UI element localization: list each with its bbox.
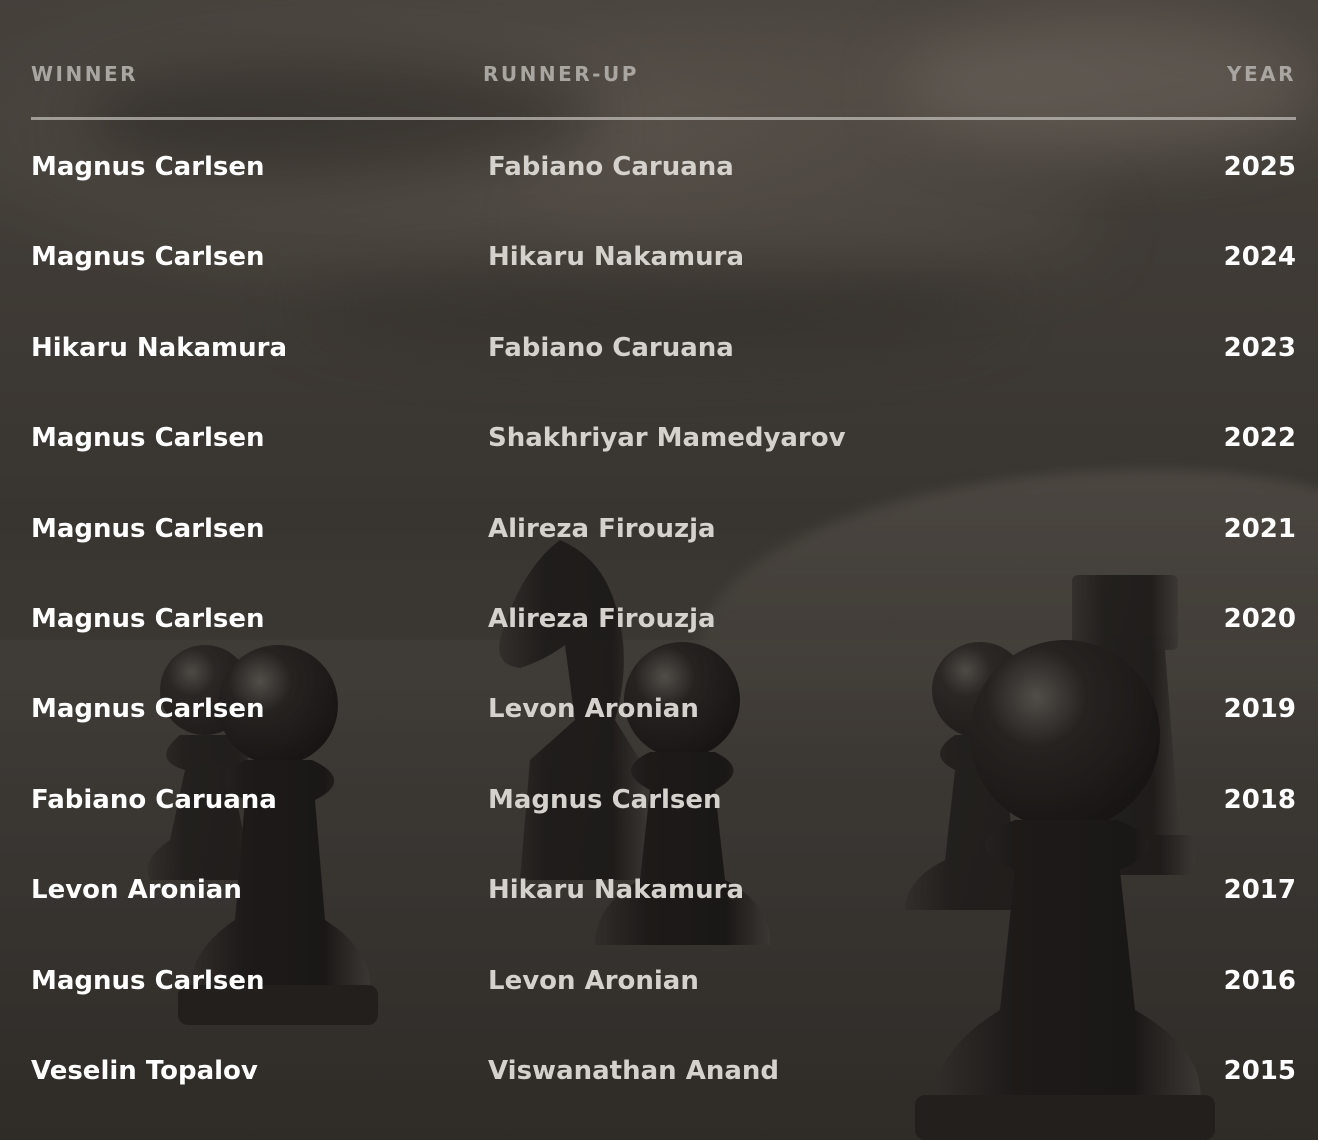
year-cell: 2018 bbox=[1223, 784, 1296, 815]
runner-up-cell: Shakhriyar Mamedyarov bbox=[488, 423, 846, 454]
winner-cell: Magnus Carlsen bbox=[31, 423, 265, 454]
winner-cell: Magnus Carlsen bbox=[31, 965, 265, 996]
winner-cell: Levon Aronian bbox=[31, 875, 242, 906]
runner-up-cell: Magnus Carlsen bbox=[488, 784, 722, 815]
runner-up-cell: Hikaru Nakamura bbox=[488, 875, 745, 906]
winner-cell: Magnus Carlsen bbox=[31, 603, 265, 634]
runner-up-cell: Fabiano Caruana bbox=[488, 152, 734, 182]
runner-up-cell: Levon Aronian bbox=[488, 965, 699, 996]
table-row: Veselin Topalov Viswanathan Anand 2015 bbox=[31, 1024, 1296, 1114]
winner-cell: Magnus Carlsen bbox=[31, 152, 265, 182]
table-row: Levon Aronian Hikaru Nakamura 2017 bbox=[31, 843, 1296, 933]
year-cell: 2024 bbox=[1223, 242, 1296, 273]
year-cell: 2019 bbox=[1223, 694, 1296, 725]
table-row: Magnus Carlsen Fabiano Caruana 2025 bbox=[31, 120, 1296, 210]
winner-cell: Magnus Carlsen bbox=[31, 242, 265, 273]
column-header-runner-up[interactable]: RUNNER-UP bbox=[483, 62, 639, 86]
table-row: Magnus Carlsen Alireza Firouzja 2020 bbox=[31, 572, 1296, 662]
winner-cell: Veselin Topalov bbox=[31, 1055, 258, 1086]
year-cell: 2017 bbox=[1223, 875, 1296, 906]
column-header-winner[interactable]: WINNER bbox=[31, 62, 138, 86]
winner-cell: Magnus Carlsen bbox=[31, 513, 265, 544]
table-row: Magnus Carlsen Alireza Firouzja 2021 bbox=[31, 482, 1296, 572]
column-header-year[interactable]: YEAR bbox=[1227, 62, 1296, 86]
runner-up-cell: Alireza Firouzja bbox=[488, 513, 716, 544]
runner-up-cell: Viswanathan Anand bbox=[488, 1055, 780, 1086]
runner-up-cell: Fabiano Caruana bbox=[488, 332, 734, 363]
table-row: Magnus Carlsen Shakhriyar Mamedyarov 202… bbox=[31, 391, 1296, 481]
year-cell: 2022 bbox=[1223, 423, 1296, 454]
year-cell: 2020 bbox=[1223, 603, 1296, 634]
year-cell: 2016 bbox=[1223, 965, 1296, 996]
table-row: Fabiano Caruana Magnus Carlsen 2018 bbox=[31, 753, 1296, 843]
runner-up-cell: Alireza Firouzja bbox=[488, 603, 716, 634]
championship-results-table: WINNER RUNNER-UP YEAR Magnus Carlsen Fab… bbox=[31, 0, 1296, 1114]
winner-cell: Hikaru Nakamura bbox=[31, 332, 288, 363]
table-row: Magnus Carlsen Levon Aronian 2016 bbox=[31, 934, 1296, 1024]
year-cell: 2023 bbox=[1223, 332, 1296, 363]
table-header-row: WINNER RUNNER-UP YEAR bbox=[31, 0, 1296, 120]
table-row: Magnus Carlsen Hikaru Nakamura 2024 bbox=[31, 210, 1296, 300]
year-cell: 2025 bbox=[1223, 152, 1296, 182]
runner-up-cell: Levon Aronian bbox=[488, 694, 699, 725]
year-cell: 2015 bbox=[1223, 1055, 1296, 1086]
table-row: Hikaru Nakamura Fabiano Caruana 2023 bbox=[31, 301, 1296, 391]
runner-up-cell: Hikaru Nakamura bbox=[488, 242, 745, 273]
table-row: Magnus Carlsen Levon Aronian 2019 bbox=[31, 662, 1296, 752]
winner-cell: Fabiano Caruana bbox=[31, 784, 277, 815]
table-body: Magnus Carlsen Fabiano Caruana 2025 Magn… bbox=[31, 120, 1296, 1114]
year-cell: 2021 bbox=[1223, 513, 1296, 544]
winner-cell: Magnus Carlsen bbox=[31, 694, 265, 725]
